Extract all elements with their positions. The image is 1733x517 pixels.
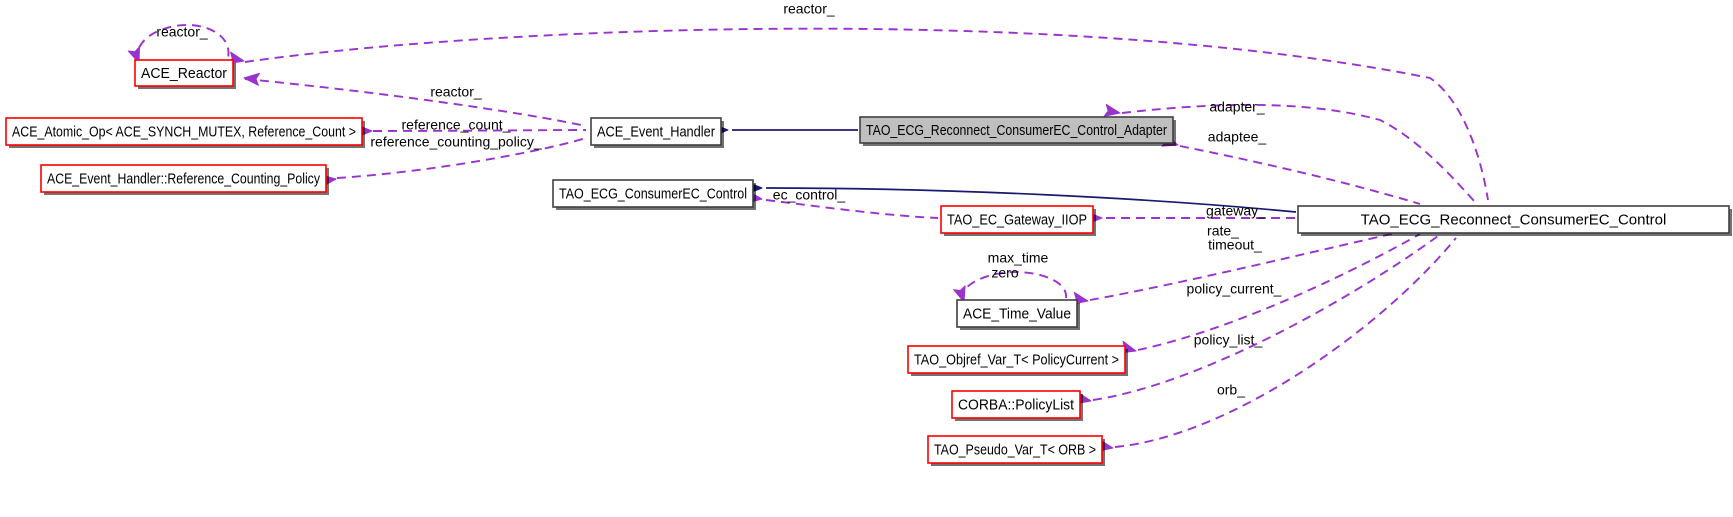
edge-orb-edge bbox=[1114, 237, 1457, 448]
node-label: ACE_Atomic_Op< ACE_SYNCH_MUTEX, Referenc… bbox=[12, 123, 356, 140]
edge-label-orb: orb_ bbox=[1217, 382, 1245, 398]
edge-label-reactor_mid: reactor_ bbox=[430, 84, 482, 100]
edge-policy-list-edge bbox=[1092, 235, 1439, 401]
node-label: TAO_Objref_Var_T< PolicyCurrent > bbox=[914, 351, 1119, 368]
edge-adaptee-edge bbox=[1179, 145, 1421, 205]
node-ace_atomic_op[interactable]: ACE_Atomic_Op< ACE_SYNCH_MUTEX, Referenc… bbox=[5, 117, 365, 148]
edge-label-reference_counting_policy: reference_counting_policy_ bbox=[370, 134, 541, 150]
arrowhead-reactor-from-event-handler bbox=[243, 72, 260, 86]
edge-label-adaptee: adaptee_ bbox=[1208, 129, 1267, 145]
edges-layer bbox=[136, 24, 1489, 448]
node-ace_time_value[interactable]: ACE_Time_Value bbox=[956, 299, 1080, 330]
edge-label-reactor_self: reactor_ bbox=[156, 24, 208, 40]
node-label: TAO_ECG_Reconnect_ConsumerEC_Control bbox=[1361, 211, 1667, 228]
node-objref_var_policycurrent[interactable]: TAO_Objref_Var_T< PolicyCurrent > bbox=[907, 345, 1128, 376]
edge-adapter-edge bbox=[1121, 103, 1476, 203]
edge-label-adapter: adapter_ bbox=[1209, 99, 1264, 115]
collaboration-diagram: ACE_Reactor ACE_Atomic_Op< ACE_SYNCH_MUTE… bbox=[0, 0, 1733, 517]
node-label: TAO_ECG_Reconnect_ConsumerEC_Control_Ada… bbox=[866, 122, 1167, 139]
node-label: TAO_EC_Gateway_IIOP bbox=[947, 211, 1087, 228]
edge-label-reactor_top: reactor_ bbox=[783, 1, 835, 17]
edge-label-timeout: timeout_ bbox=[1208, 237, 1262, 253]
edge-label-policy_current: policy_current_ bbox=[1187, 281, 1282, 297]
edge-label-ec_control: ec_control_ bbox=[773, 187, 846, 203]
node-ace_reactor[interactable]: ACE_Reactor bbox=[134, 59, 236, 89]
diagram-canvas: ACE_Reactor ACE_Atomic_Op< ACE_SYNCH_MUTE… bbox=[5, 1, 1732, 466]
edge-label-reference_count: reference_count_ bbox=[402, 117, 511, 133]
node-pseudo_var_orb[interactable]: TAO_Pseudo_Var_T< ORB > bbox=[927, 435, 1105, 466]
node-label: TAO_ECG_ConsumerEC_Control bbox=[559, 185, 747, 202]
edge-label-max_time: max_time bbox=[988, 250, 1049, 266]
node-label: ACE_Reactor bbox=[141, 65, 227, 82]
node-label: ACE_Time_Value bbox=[963, 305, 1071, 322]
nodes-layer: ACE_Reactor ACE_Atomic_Op< ACE_SYNCH_MUTE… bbox=[5, 59, 1732, 466]
node-label: TAO_Pseudo_Var_T< ORB > bbox=[934, 441, 1096, 458]
node-label: ACE_Event_Handler::Reference_Counting_Po… bbox=[47, 170, 320, 187]
node-ref_counting_policy[interactable]: ACE_Event_Handler::Reference_Counting_Po… bbox=[40, 164, 329, 195]
edge-label-zero: zero bbox=[991, 265, 1018, 281]
node-ec_gateway_iiop[interactable]: TAO_EC_Gateway_IIOP bbox=[940, 205, 1096, 236]
node-label: ACE_Event_Handler bbox=[597, 123, 715, 140]
node-reconnect_control[interactable]: TAO_ECG_Reconnect_ConsumerEC_Control bbox=[1297, 205, 1732, 236]
edge-label-policy_list: policy_list_ bbox=[1194, 332, 1263, 348]
edge-label-gateway: gateway_ bbox=[1206, 203, 1266, 219]
edge-reactor-from-control-top bbox=[244, 27, 1489, 201]
node-ace_event_handler[interactable]: ACE_Event_Handler bbox=[590, 117, 724, 148]
node-reconnect_adapter[interactable]: TAO_ECG_Reconnect_ConsumerEC_Control_Ada… bbox=[859, 116, 1176, 146]
node-corba_policylist[interactable]: CORBA::PolicyList bbox=[951, 390, 1083, 421]
node-ecg_consumerec_control[interactable]: TAO_ECG_ConsumerEC_Control bbox=[552, 179, 756, 210]
node-label: CORBA::PolicyList bbox=[958, 396, 1075, 413]
